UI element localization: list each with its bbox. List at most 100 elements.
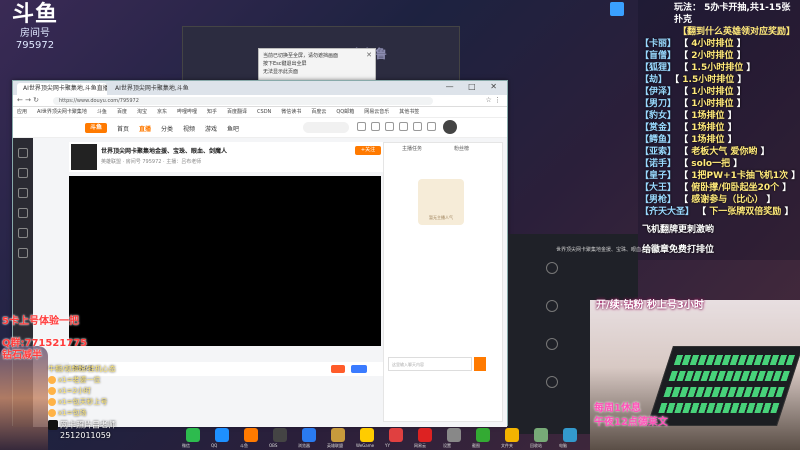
sidebar-home-icon[interactable] xyxy=(18,148,28,158)
rules-note-2: 给徽章免费打排位 xyxy=(642,245,715,255)
window-controls[interactable]: — □ ✕ xyxy=(446,82,503,91)
taskbar-app-icon[interactable] xyxy=(447,428,461,442)
rule-reward: 老板大气 爱你哟 xyxy=(691,147,758,157)
sidebar-fishbar-icon[interactable] xyxy=(18,248,28,258)
sidebar-video-icon[interactable] xyxy=(18,208,28,218)
bookmark-item[interactable]: 百度翻译 xyxy=(227,109,247,115)
rule-bracket-end: 】 xyxy=(779,183,792,193)
rule-row: 【鳄鱼】 【 1场排位 】 xyxy=(638,134,800,146)
tab-strip: AI世界顶尖网卡聚集地,斗鱼直播间 AI世界顶尖网卡聚集地,斗鱼 — □ ✕ xyxy=(13,81,507,95)
bookmark-item[interactable]: 知乎 xyxy=(207,109,217,115)
gift-button[interactable] xyxy=(331,365,345,373)
bookmark-item[interactable]: 微信读书 xyxy=(281,109,301,115)
tab-anchor-task[interactable]: 主播任务 xyxy=(402,145,422,152)
alert-line-1: 当前已切换至全屏，请勿遮挡画面 xyxy=(263,53,339,59)
site-logo[interactable]: 斗鱼 xyxy=(85,123,107,133)
tab-fan-rank[interactable]: 粉丝榜 xyxy=(454,145,469,152)
gift-row: x1=老婆一位 xyxy=(48,375,116,386)
obs-scene-icon[interactable] xyxy=(546,300,558,312)
taskbar-app-label: 浏览器 xyxy=(298,443,310,448)
bookmark-item[interactable]: 网易云音乐 xyxy=(364,109,389,115)
sidebar-game-icon[interactable] xyxy=(18,228,28,238)
chat-input[interactable]: 这里输入聊天内容 xyxy=(388,357,472,371)
room-title: 世界顶尖网卡聚集地金援、宝珠、眼血、剑魔人 xyxy=(101,148,228,155)
nav-arrows-icon[interactable]: ← → ↻ xyxy=(17,96,39,104)
obs-mic-icon[interactable] xyxy=(546,376,558,388)
webcam-promo: 开/续·钻粉 秒上号3小时 xyxy=(596,300,704,311)
download-icon[interactable] xyxy=(385,122,394,131)
webcam-schedule: 每周1休息 午夜12点德莱文 xyxy=(594,402,668,430)
rule-row: 【盲僧】 【 2小时排位 】 xyxy=(638,50,800,62)
bookmark-item[interactable]: 淘宝 xyxy=(137,109,147,115)
video-player[interactable] xyxy=(69,176,381,346)
obs-settings-icon[interactable] xyxy=(546,338,558,350)
rule-hero: 【男刀】 xyxy=(640,99,677,109)
key-row xyxy=(673,355,796,365)
close-icon[interactable]: ✕ xyxy=(366,51,372,59)
rule-bracket: 【 xyxy=(676,183,692,193)
site-nav-item[interactable]: 视频 xyxy=(183,124,195,133)
taskbar-app-icon[interactable] xyxy=(418,428,432,442)
taskbar-app-icon[interactable] xyxy=(476,428,490,442)
avatar[interactable] xyxy=(443,120,457,134)
obs-record-icon[interactable] xyxy=(546,262,558,274)
streamer-avatar[interactable] xyxy=(71,144,97,170)
more-icon[interactable] xyxy=(427,122,436,131)
alert-line-2: 按下Esc键退出全屏 xyxy=(263,61,307,67)
taskbar-app-icon[interactable] xyxy=(302,428,316,442)
taskbar-app-icon[interactable] xyxy=(563,428,577,442)
site-nav-item[interactable]: 分类 xyxy=(161,124,173,133)
bookmark-item[interactable]: 哔哩哔哩 xyxy=(177,109,197,115)
upload-icon[interactable] xyxy=(413,122,422,131)
taskbar-app-icon[interactable] xyxy=(505,428,519,442)
site-nav-item[interactable]: 首页 xyxy=(117,124,129,133)
bookmark-item[interactable]: QQ邮箱 xyxy=(336,109,354,115)
address-input[interactable]: https://www.douyu.com/795972 xyxy=(53,97,433,105)
taskbar-app-icon[interactable] xyxy=(244,428,258,442)
site-nav-item[interactable]: 鱼吧 xyxy=(227,124,239,133)
rule-hero: 【劫】 xyxy=(640,75,668,85)
history-icon[interactable] xyxy=(357,122,366,131)
follow-icon[interactable] xyxy=(371,122,380,131)
message-icon[interactable] xyxy=(399,122,408,131)
bookmark-item[interactable]: 京东 xyxy=(157,109,167,115)
taskbar-app-icon[interactable] xyxy=(534,428,548,442)
sidebar-live-icon[interactable] xyxy=(18,168,28,178)
rule-bracket-end: 】 xyxy=(733,39,746,49)
browser-tab[interactable]: AI世界顶尖网卡聚集地,斗鱼 xyxy=(109,83,189,95)
site-nav-item[interactable]: 游戏 xyxy=(205,124,217,133)
chat-send-button[interactable] xyxy=(474,357,486,371)
taskbar-app-icon[interactable] xyxy=(215,428,229,442)
bookmark-item[interactable]: 斗鱼 xyxy=(97,109,107,115)
rule-bracket-end: 】 xyxy=(733,51,746,61)
bookmark-item[interactable]: 百度 xyxy=(117,109,127,115)
rule-hero: 【男枪】 xyxy=(640,195,677,205)
logo-room-id: 795972 xyxy=(15,40,55,51)
taskbar-app-icon[interactable] xyxy=(389,428,403,442)
key-row xyxy=(663,387,785,397)
rule-reward: 感谢参与（比心） xyxy=(691,195,764,205)
bookmark-item[interactable]: 百度云 xyxy=(311,109,326,115)
taskbar-app-icon[interactable] xyxy=(360,428,374,442)
rule-reward: 俯卧撑/仰卧起坐20个 xyxy=(691,183,780,193)
promo-line-1: 5卡上号体验一把 xyxy=(2,316,79,327)
bookmark-item[interactable]: 应用 xyxy=(17,109,27,115)
send-danmaku-button[interactable] xyxy=(351,365,367,373)
star-icon[interactable]: ☆ ⋮ xyxy=(485,96,501,104)
taskbar-app-icon[interactable] xyxy=(273,428,287,442)
taskbar-app-icon[interactable] xyxy=(331,428,345,442)
rule-reward: 1小时排位 xyxy=(691,99,734,109)
taskbar-app-label: 设置 xyxy=(443,443,451,448)
bookmark-item[interactable]: CSDN xyxy=(257,109,271,115)
site-search-input[interactable] xyxy=(303,122,349,133)
browser-tab-active[interactable]: AI世界顶尖网卡聚集地,斗鱼直播间 xyxy=(17,83,107,95)
desktop-app-icon[interactable] xyxy=(610,2,624,16)
site-nav-item[interactable]: 直播 xyxy=(139,124,151,133)
bookmark-item[interactable]: AI世界顶尖网卡聚集地 xyxy=(37,109,87,115)
bookmark-item[interactable]: 其他书签 xyxy=(399,109,419,115)
sidebar-category-icon[interactable] xyxy=(18,188,28,198)
taskbar-app-icon[interactable] xyxy=(186,428,200,442)
rule-hero: 【皇子】 xyxy=(640,171,677,181)
follow-button[interactable]: +关注 xyxy=(355,146,381,155)
gift-text: x1=2小时 xyxy=(58,387,91,395)
